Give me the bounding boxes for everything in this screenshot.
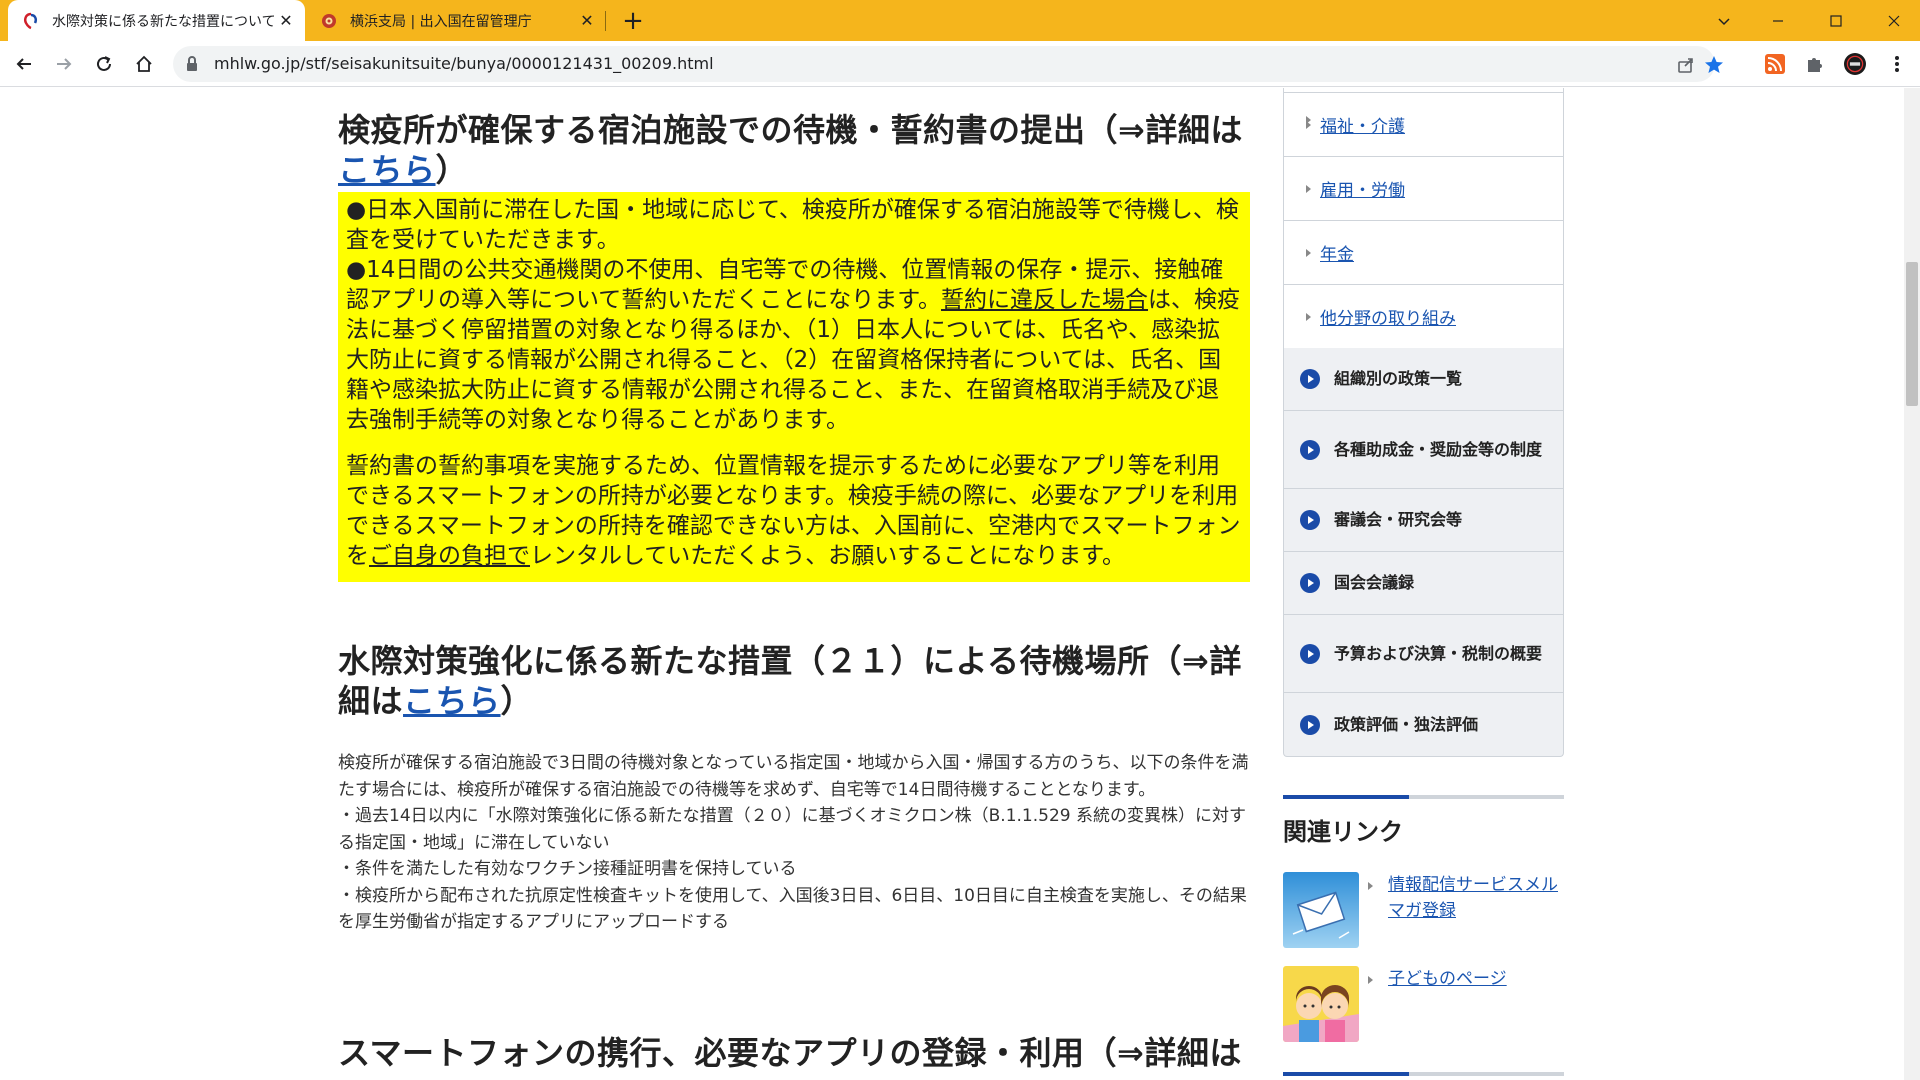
page-viewport: 検疫所が確保する宿泊施設での待機・誓約書の提出（⇒詳細はこちら） ●日本入国前に…	[0, 88, 1904, 1080]
immigration-favicon-icon	[322, 13, 336, 28]
browser-toolbar: mhlw.go.jp/stf/seisakunitsuite/bunya/000…	[0, 41, 1920, 87]
share-button[interactable]	[1675, 54, 1697, 76]
close-window-button[interactable]	[1864, 0, 1920, 41]
profile-avatar[interactable]	[1844, 53, 1866, 75]
body-paragraph: ・検疫所から配布された抗原定性検査キットを使用して、入国後3日目、6日目、10日…	[338, 885, 1247, 933]
back-button[interactable]	[10, 50, 38, 78]
tab-close-icon[interactable]: ✕	[275, 10, 297, 32]
rss-icon	[1765, 54, 1785, 74]
extensions-button[interactable]	[1804, 53, 1826, 75]
sidebar-category-item[interactable]: 国会会議録	[1284, 552, 1563, 615]
sidebar-category-item[interactable]: 政策評価・独法評価	[1284, 693, 1563, 756]
minimize-button[interactable]	[1748, 0, 1808, 41]
tab-immigration[interactable]: 横浜支局 | 出入国在留管理庁 ✕	[306, 0, 606, 41]
body-paragraph: 検疫所が確保する宿泊施設で3日間の待機対象となっている指定国・地域から入国・帰国…	[338, 753, 1249, 800]
section-heading-quarantine-facility: 検疫所が確保する宿泊施設での待機・誓約書の提出（⇒詳細はこちら）	[338, 111, 1243, 189]
home-icon	[136, 55, 152, 72]
tab-separator	[605, 11, 606, 31]
notice-box: ●日本入国前に滞在した国・地域に応じて、検疫所が確保する宿泊施設等で待機し、検査…	[338, 192, 1250, 582]
section-divider	[1283, 795, 1564, 799]
avatar-icon	[1844, 53, 1866, 75]
home-button[interactable]	[130, 50, 158, 78]
related-link-text[interactable]: 子どものページ	[1368, 966, 1564, 992]
maximize-button[interactable]	[1806, 0, 1866, 41]
tab-title: 横浜支局 | 出入国在留管理庁	[350, 13, 532, 30]
circle-arrow-icon	[1300, 714, 1320, 735]
mail-envelope-icon[interactable]	[1283, 872, 1359, 948]
maximize-icon	[1830, 14, 1842, 27]
url-text[interactable]: mhlw.go.jp/stf/seisakunitsuite/bunya/000…	[214, 46, 714, 82]
underlined-text: ご自身の負担で	[369, 543, 530, 569]
forward-button[interactable]	[50, 50, 78, 78]
sidebar-category-item[interactable]: 各種助成金・奨励金等の制度	[1284, 411, 1563, 489]
tab-title: 水際対策に係る新たな措置について	[52, 13, 275, 30]
bookmark-button[interactable]	[1703, 54, 1725, 76]
scrollbar-thumb[interactable]	[1906, 262, 1918, 406]
circle-arrow-icon	[1300, 573, 1320, 593]
related-link-text[interactable]: 情報配信サービスメルマガ登録	[1368, 872, 1564, 924]
reload-button[interactable]	[90, 50, 118, 78]
kebab-menu-icon	[1895, 56, 1899, 72]
page-scrollbar[interactable]	[1904, 88, 1920, 1080]
sidebar-item-pension[interactable]: 年金	[1284, 221, 1563, 285]
mhlw-favicon-icon	[23, 12, 38, 29]
underlined-text: 誓約に違反した場合	[941, 287, 1149, 313]
sidebar-item-welfare[interactable]: 福祉・介護	[1284, 93, 1563, 157]
section-divider	[1283, 1072, 1564, 1076]
chevron-down-icon	[1718, 17, 1730, 25]
body-paragraph: ・条件を満たした有効なワクチン接種証明書を保持している	[338, 859, 797, 879]
section-heading-smartphone: スマートフォンの携行、必要なアプリの登録・利用（⇒詳細は	[338, 1034, 1242, 1072]
puzzle-icon	[1808, 58, 1822, 72]
sidebar-item-employment[interactable]: 雇用・労働	[1284, 157, 1563, 221]
circle-arrow-icon	[1300, 643, 1320, 664]
minimize-icon	[1773, 19, 1783, 22]
reload-icon	[97, 56, 111, 71]
children-icon[interactable]	[1283, 966, 1359, 1042]
notice-paragraph: ●日本入国前に滞在した国・地域に応じて、検疫所が確保する宿泊施設等で待機し、検査…	[346, 197, 1239, 253]
notice-paragraph: ●14日間の公共交通機関の不使用、自宅等での待機、位置情報の保存・提示、接触確認…	[346, 257, 1241, 433]
rss-extension-button[interactable]	[1764, 53, 1786, 75]
notice-paragraph: 誓約書の誓約事項を実施するため、位置情報を提示するために必要なアプリ等を利用でき…	[346, 453, 1241, 569]
details-link[interactable]: こちら	[403, 682, 501, 720]
policy-category-list: 組織別の政策一覧 各種助成金・奨励金等の制度 審議会・研究会等 国会会議録 予算…	[1283, 348, 1564, 757]
related-links-title: 関連リンク	[1283, 818, 1403, 846]
menu-button[interactable]	[1886, 53, 1908, 75]
lock-icon[interactable]	[185, 55, 199, 73]
circle-arrow-icon	[1300, 510, 1320, 530]
policy-sub-list: 福祉・介護 雇用・労働 年金 他分野の取り組み	[1283, 88, 1564, 349]
circle-arrow-icon	[1300, 369, 1320, 389]
section-body: 検疫所が確保する宿泊施設で3日間の待機対象となっている指定国・地域から入国・帰国…	[338, 750, 1250, 936]
tab-mhlw[interactable]: 水際対策に係る新たな措置について ✕	[8, 0, 305, 41]
circle-arrow-icon	[1300, 439, 1320, 460]
sidebar-category-item[interactable]: 審議会・研究会等	[1284, 489, 1563, 552]
tab-search-button[interactable]	[1694, 0, 1754, 41]
sidebar-category-item[interactable]: 予算および決算・税制の概要	[1284, 615, 1563, 693]
star-icon	[1705, 56, 1723, 73]
new-tab-button[interactable]: +	[619, 7, 647, 35]
arrow-right-icon	[57, 58, 72, 70]
address-bar[interactable]: mhlw.go.jp/stf/seisakunitsuite/bunya/000…	[173, 46, 1723, 82]
tab-close-icon[interactable]: ✕	[576, 10, 598, 32]
sidebar-category-item[interactable]: 組織別の政策一覧	[1284, 348, 1563, 411]
body-paragraph: ・過去14日以内に「水際対策強化に係る新たな措置（２０）に基づくオミクロン株（B…	[338, 806, 1246, 853]
details-link[interactable]: こちら	[338, 151, 436, 189]
sidebar-item-other-fields[interactable]: 他分野の取り組み	[1284, 285, 1563, 349]
section-heading-waiting-location: 水際対策強化に係る新たな措置（２１）による待機場所（⇒詳細はこちら）	[338, 642, 1242, 720]
close-icon	[1888, 15, 1900, 26]
arrow-left-icon	[16, 58, 31, 70]
tab-strip: 水際対策に係る新たな措置について ✕ 横浜支局 | 出入国在留管理庁 ✕ +	[0, 0, 1920, 41]
share-icon	[1678, 58, 1693, 73]
